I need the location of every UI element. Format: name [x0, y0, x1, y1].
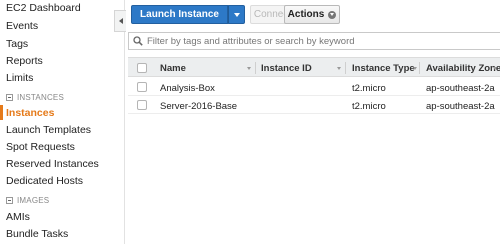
- search-icon: [133, 36, 143, 46]
- cell-name: Analysis-Box: [160, 83, 215, 94]
- column-header-instance-id[interactable]: Instance ID: [261, 63, 312, 74]
- sidebar-item-instances[interactable]: Instances: [6, 107, 54, 119]
- column-header-availability-zone[interactable]: Availability Zone: [426, 63, 500, 74]
- filter-input[interactable]: [143, 35, 483, 47]
- sidebar-item-reports[interactable]: Reports: [6, 55, 43, 67]
- sidebar-item-events[interactable]: Events: [6, 20, 38, 32]
- section-images-header[interactable]: IMAGES: [6, 196, 49, 205]
- sidebar-item-reserved-instances[interactable]: Reserved Instances: [6, 158, 99, 170]
- sidebar-item-dedicated-hosts[interactable]: Dedicated Hosts: [6, 175, 83, 187]
- sort-caret-icon[interactable]: [247, 67, 251, 70]
- column-header-instance-type[interactable]: Instance Type: [352, 63, 415, 74]
- collapse-icon[interactable]: [6, 94, 13, 101]
- section-instances-label: INSTANCES: [17, 93, 64, 102]
- sidebar-item-spot-requests[interactable]: Spot Requests: [6, 141, 75, 153]
- sort-caret-icon[interactable]: [413, 67, 417, 70]
- column-divider: [345, 62, 346, 74]
- sidebar: EC2 Dashboard Events Tags Reports Limits…: [0, 0, 125, 244]
- sidebar-item-ec2-dashboard[interactable]: EC2 Dashboard: [6, 2, 81, 14]
- launch-instance-dropdown-button[interactable]: [228, 5, 245, 24]
- column-divider: [255, 62, 256, 74]
- sidebar-item-launch-templates[interactable]: Launch Templates: [6, 124, 91, 136]
- section-instances-header[interactable]: INSTANCES: [6, 93, 64, 102]
- cell-availability-zone: ap-southeast-2a: [426, 101, 495, 112]
- section-images-label: IMAGES: [17, 196, 50, 205]
- caret-down-icon: [233, 12, 240, 17]
- main-content: Launch Instance Connect Actions Name Ins…: [126, 0, 500, 244]
- toolbar: Launch Instance Connect Actions: [126, 0, 500, 28]
- launch-instance-label: Launch Instance: [140, 9, 219, 20]
- actions-label: Actions: [287, 9, 325, 20]
- column-header-name[interactable]: Name: [160, 63, 186, 74]
- sort-caret-icon[interactable]: [337, 67, 341, 70]
- cell-instance-type: t2.micro: [352, 83, 386, 94]
- launch-instance-button[interactable]: Launch Instance: [131, 5, 228, 24]
- chevron-down-icon: [328, 10, 337, 19]
- sidebar-item-limits[interactable]: Limits: [6, 72, 33, 84]
- collapse-sidebar-button[interactable]: [114, 10, 126, 32]
- collapse-icon[interactable]: [6, 197, 13, 204]
- row-checkbox[interactable]: [137, 82, 147, 92]
- table-row[interactable]: Analysis-Box t2.micro ap-southeast-2a: [128, 79, 500, 96]
- actions-button[interactable]: Actions: [284, 5, 340, 24]
- table-row[interactable]: Server-2016-Base t2.micro ap-southeast-2…: [128, 97, 500, 114]
- active-indicator: [0, 105, 3, 120]
- row-checkbox[interactable]: [137, 100, 147, 110]
- cell-name: Server-2016-Base: [160, 101, 238, 112]
- cell-instance-type: t2.micro: [352, 101, 386, 112]
- select-all-checkbox[interactable]: [137, 63, 147, 73]
- sidebar-item-tags[interactable]: Tags: [6, 38, 28, 50]
- sidebar-item-amis[interactable]: AMIs: [6, 211, 30, 223]
- sidebar-item-bundle-tasks[interactable]: Bundle Tasks: [6, 228, 68, 240]
- column-divider: [419, 62, 420, 74]
- table-header: Name Instance ID Instance Type Availabil…: [128, 57, 500, 77]
- chevron-left-icon: [118, 18, 123, 24]
- cell-availability-zone: ap-southeast-2a: [426, 83, 495, 94]
- filter-bar[interactable]: [128, 32, 500, 50]
- sort-caret-icon[interactable]: [493, 67, 497, 70]
